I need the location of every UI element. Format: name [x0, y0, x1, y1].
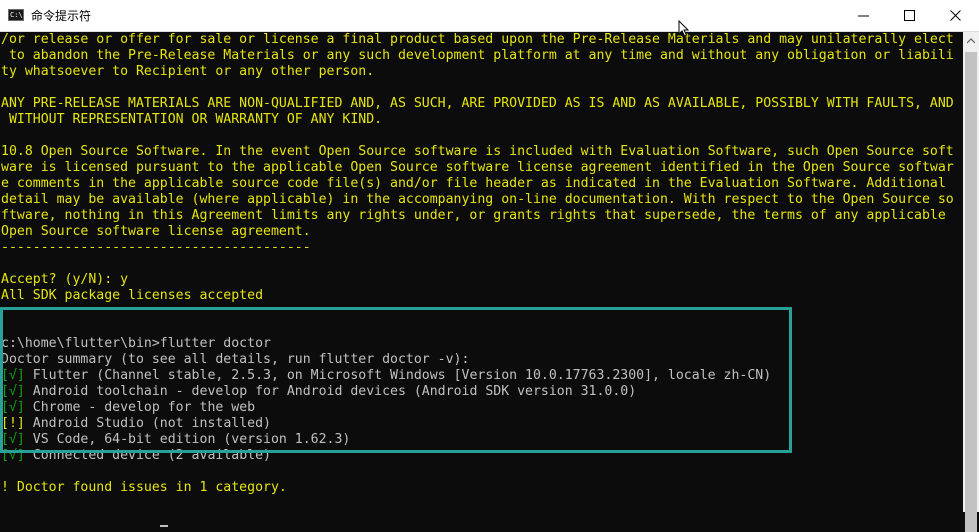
title-bar: C:\ 命令提示符 [0, 0, 979, 32]
window-title: 命令提示符 [31, 9, 92, 23]
minimize-button[interactable] [841, 0, 887, 31]
console-line: detail may be available (where applicabl… [1, 192, 954, 207]
console-line: 10.8 Open Source Software. In the event … [1, 144, 954, 159]
console-line: ! Doctor found issues in 1 category. [1, 480, 287, 495]
cmd-icon[interactable]: C:\ [8, 9, 24, 21]
mouse-pointer-icon [678, 20, 690, 37]
console-line: to abandon the Pre-Release Materials or … [1, 48, 954, 63]
console-line: ware is licensed pursuant to the applica… [1, 160, 954, 175]
close-icon [950, 10, 961, 21]
doctor-output-highlight [0, 307, 792, 453]
scroll-up-icon[interactable] [967, 38, 975, 44]
text-cursor [159, 525, 168, 527]
scroll-thumb[interactable] [965, 52, 977, 532]
console-line: WITHOUT REPRESENTATION OR WARRANTY OF AN… [1, 112, 383, 127]
console-line: ty whatsoever to Recipient or any other … [1, 64, 375, 79]
console-line: Accept? (y/N): y [1, 272, 129, 287]
minimize-icon [858, 15, 869, 17]
console-line: ANY PRE-RELEASE MATERIALS ARE NON-QUALIF… [1, 96, 954, 111]
console-line: All SDK package licenses accepted [1, 288, 264, 303]
close-button[interactable] [933, 0, 979, 31]
vertical-scrollbar[interactable] [963, 32, 979, 532]
console-line: /or release or offer for sale or license… [1, 32, 954, 47]
maximize-button[interactable] [887, 0, 933, 31]
console-line: e comments in the applicable source code… [1, 176, 946, 191]
console-line: --------------------------------------- [1, 240, 311, 255]
maximize-icon [904, 10, 915, 21]
console-line: ftware, nothing in this Agreement limits… [1, 208, 946, 223]
console-line: Open Source software license agreement. [1, 224, 311, 239]
